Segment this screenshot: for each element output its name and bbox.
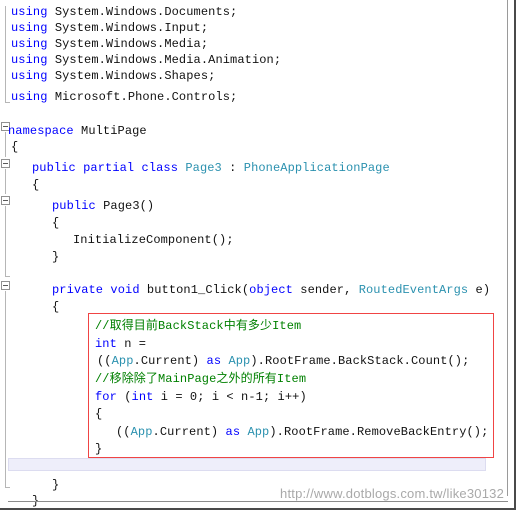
code-token-kw: using [11,90,48,104]
code-token-pln: { [52,216,60,230]
code-token-pln: { [95,407,103,421]
code-line[interactable]: ((App.Current) as App).RootFrame.BackSta… [97,353,469,369]
editor-bottom-rule [8,501,508,502]
code-line[interactable]: } [52,249,59,265]
code-token-cmt: //移除除了MainPage之外的所有Item [95,372,307,386]
code-token-type: PhoneApplicationPage [243,161,390,175]
code-line[interactable]: using System.Windows.Shapes; [11,68,215,84]
code-token-kw: as [206,354,222,368]
code-token-kw: using [11,69,48,83]
code-token-pln: System.Windows.Media; [47,37,209,51]
code-token-pln: } [95,442,103,456]
code-token-type: App [228,354,251,368]
code-token-kw: using [11,53,48,67]
code-token-pln: : [221,161,244,175]
code-token-pln: i = 0; i < n-1; i++) [153,390,307,404]
code-line[interactable]: using Microsoft.Phone.Controls; [11,89,237,105]
code-token-kw: public [52,199,96,213]
code-token-pln: MultiPage [73,124,147,138]
code-token-pln: ).RootFrame.BackStack.Count(); [250,354,470,368]
code-line[interactable]: for (int i = 0; i < n-1; i++) [95,389,307,405]
code-token-type: App [111,354,134,368]
code-token-type: App [130,425,153,439]
code-token-pln: { [52,300,60,314]
code-token-kw: namespace [8,124,74,138]
code-line[interactable]: using System.Windows.Media; [11,36,208,52]
code-token-kw: int [95,337,117,351]
code-token-pln: e) [468,283,491,297]
code-token-pln: } [52,250,60,264]
code-line[interactable]: namespace MultiPage [8,123,147,139]
code-token-pln: System.Windows.Shapes; [47,69,216,83]
code-token-pln: .Current) [133,354,207,368]
code-token-kw: using [11,21,48,35]
code-token-pln: { [32,178,40,192]
code-token-pln: (( [116,425,131,439]
code-token-pln: .Current) [152,425,226,439]
code-token-kw: public partial class [32,161,179,175]
code-line[interactable]: { [32,177,39,193]
code-line[interactable]: { [95,406,102,422]
code-token-pln: n = [116,337,147,351]
code-line[interactable]: //移除除了MainPage之外的所有Item [95,371,306,387]
editor-right-edge-rule [507,0,508,496]
code-line[interactable]: private void button1_Click(object sender… [52,282,490,298]
code-line[interactable]: } [52,477,59,493]
code-token-pln: (( [97,354,112,368]
code-token-kw: object [249,283,293,297]
code-token-kw: int [131,390,154,404]
code-token-kw: using [11,37,48,51]
code-token-pln: ( [116,390,132,404]
code-token-cmt: //取得目前BackStack中有多少Item [95,319,302,333]
code-token-pln: button1_Click( [139,283,250,297]
code-token-pln: System.Windows.Documents; [47,5,238,19]
code-token-type: App [247,425,270,439]
code-editor-screenshot: using System.Windows.Documents; using Sys… [0,0,516,510]
code-token-kw: for [95,390,117,404]
code-line[interactable]: { [52,299,59,315]
selected-line-highlight[interactable] [8,458,486,471]
code-token-kw: as [225,425,241,439]
code-token-pln: sender, [292,283,359,297]
code-token-type: Page3 [185,161,222,175]
code-token-pln: Microsoft.Phone.Controls; [47,90,238,104]
code-token-kw: using [11,5,48,19]
code-token-pln: ).RootFrame.RemoveBackEntry(); [269,425,489,439]
code-line[interactable]: using System.Windows.Input; [11,20,208,36]
code-line[interactable]: using System.Windows.Media.Animation; [11,52,281,68]
code-text-area[interactable]: using System.Windows.Documents; using Sys… [0,0,514,508]
code-line[interactable]: } [95,441,102,457]
code-token-pln: System.Windows.Media.Animation; [47,53,282,67]
code-token-pln: InitializeComponent(); [73,233,234,247]
code-token-pln: } [52,478,60,492]
code-line[interactable]: using System.Windows.Documents; [11,4,237,20]
code-line[interactable]: { [52,215,59,231]
code-token-pln: System.Windows.Input; [47,21,209,35]
code-token-kw: private void [52,283,140,297]
code-line[interactable]: { [11,139,18,155]
code-token-pln: { [11,140,19,154]
code-line[interactable]: ((App.Current) as App).RootFrame.RemoveB… [116,424,488,440]
code-line[interactable]: InitializeComponent(); [73,232,234,248]
code-line[interactable]: public partial class Page3 : PhoneApplic… [32,160,390,176]
code-line[interactable]: //取得目前BackStack中有多少Item [95,318,301,334]
code-token-pln: Page3() [95,199,155,213]
code-line[interactable]: int n = [95,336,146,352]
code-token-type: RoutedEventArgs [358,283,469,297]
code-line[interactable]: public Page3() [52,198,154,214]
watermark-url: http://www.dotblogs.com.tw/like30132 [280,486,504,501]
